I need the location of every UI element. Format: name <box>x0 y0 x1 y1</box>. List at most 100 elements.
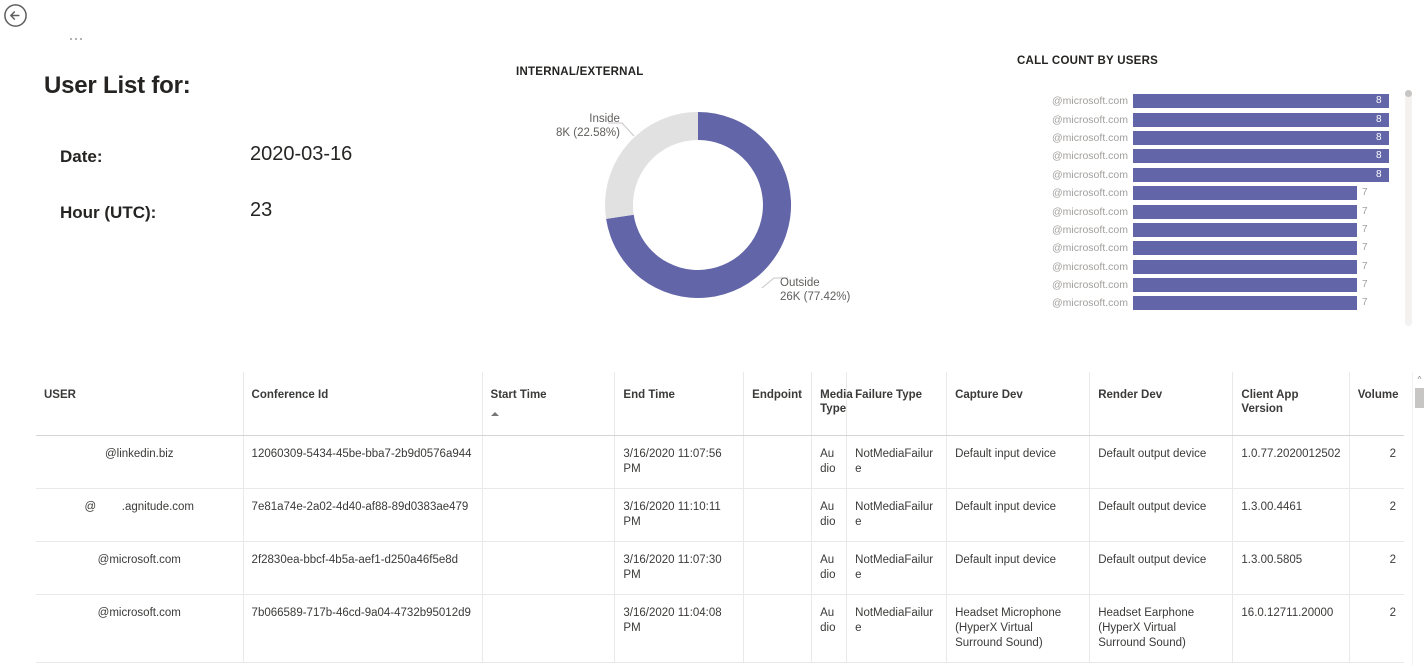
bar-chart-row[interactable]: @microsoft.com 7 <box>1017 184 1389 202</box>
bar-chart-row[interactable]: @microsoft.com 8 <box>1017 129 1389 147</box>
cell-conference-id: 12060309-5434-45be-bba7-2b9d0576a944 <box>243 435 483 489</box>
bar-fill[interactable] <box>1133 222 1357 237</box>
cell-volume: 2 <box>1349 435 1404 489</box>
bar-track: 8 <box>1133 149 1389 164</box>
bar-category-label: @microsoft.com <box>1051 113 1128 126</box>
cell-user: @microsoft.com <box>36 594 244 663</box>
bar-chart-row[interactable]: @microsoft.com 7 <box>1017 239 1389 257</box>
column-header-end-time[interactable]: End Time <box>614 372 745 436</box>
cell-client-app-version: 1.0.77.2020012502 <box>1232 435 1350 489</box>
column-header-failure-type[interactable]: Failure Type <box>846 372 948 436</box>
bar-value-label-outside: 7 <box>1362 223 1368 235</box>
bar-fill[interactable] <box>1133 259 1357 274</box>
bar-chart-scrollbar[interactable] <box>1405 90 1412 326</box>
dot-icon <box>70 38 72 40</box>
bar-fill[interactable] <box>1133 296 1357 311</box>
bar-fill[interactable] <box>1133 130 1389 145</box>
donut-label-outside-name: Outside <box>780 277 820 289</box>
bar-chart-row[interactable]: @microsoft.com 7 <box>1017 258 1389 276</box>
cell-render-dev: Default output device <box>1089 541 1234 595</box>
bar-fill[interactable] <box>1133 94 1389 109</box>
bar-category-label: @microsoft.com <box>1051 260 1128 273</box>
bar-chart-row[interactable]: @microsoft.com 8 <box>1017 110 1389 128</box>
user-list-table: USER Conference Id Start Time End Time E… <box>36 372 1404 663</box>
bar-value-label-outside: 7 <box>1362 260 1368 272</box>
table-row[interactable]: @ .agnitude.com 7e81a74e-2a02-4d40-af88-8… <box>36 488 1404 542</box>
bar-chart-row[interactable]: @microsoft.com 8 <box>1017 166 1389 184</box>
cell-capture-dev: Default input device <box>946 435 1091 489</box>
bar-fill[interactable] <box>1133 186 1357 201</box>
cell-user: @linkedin.biz <box>36 435 244 489</box>
cell-capture-dev: Default input device <box>946 541 1091 595</box>
user-list-table-container[interactable]: USER Conference Id Start Time End Time E… <box>36 372 1425 665</box>
scroll-up-chevron-icon[interactable]: ^ <box>1413 374 1425 386</box>
table-row[interactable]: @linkedin.biz 12060309-5434-45be-bba7-2b9… <box>36 435 1404 489</box>
column-header-client-app-version[interactable]: Client App Version <box>1232 372 1350 436</box>
column-header-media-type[interactable]: Media Type <box>811 372 853 436</box>
bar-chart-row[interactable]: @microsoft.com 7 <box>1017 221 1389 239</box>
bar-chart-row[interactable]: @microsoft.com 7 <box>1017 202 1389 220</box>
cell-end-time: 3/16/2020 11:07:30 PM <box>614 541 745 595</box>
cell-start-time <box>482 435 616 489</box>
bar-track: 7 <box>1133 296 1389 311</box>
bar-track: 8 <box>1133 130 1389 145</box>
cell-failure-type: NotMediaFailure <box>846 541 948 595</box>
bar-chart[interactable]: @microsoft.com 8 @microsoft.com 8 @microsoft… <box>1017 88 1417 340</box>
column-header-user[interactable]: USER <box>36 372 244 436</box>
bar-chart-scroll-thumb[interactable] <box>1405 90 1412 97</box>
cell-start-time <box>482 541 616 595</box>
cell-start-time <box>482 594 616 663</box>
bar-chart-row[interactable]: @microsoft.com 8 <box>1017 147 1389 165</box>
cell-client-app-version: 16.0.12711.20000 <box>1232 594 1350 663</box>
table-row[interactable]: @microsoft.com 2f2830ea-bbcf-4b5a-aef1-d2… <box>36 541 1404 595</box>
back-button[interactable] <box>3 3 28 28</box>
page-title: User List for: <box>44 72 191 99</box>
cell-capture-dev: Default input device <box>946 488 1091 542</box>
bar-fill[interactable] <box>1133 167 1389 182</box>
bar-value-label-inside: 8 <box>1376 168 1382 180</box>
column-header-render-dev[interactable]: Render Dev <box>1089 372 1234 436</box>
cell-endpoint <box>743 541 813 595</box>
sort-ascending-icon <box>490 412 499 416</box>
bar-chart-row[interactable]: @microsoft.com 7 <box>1017 276 1389 294</box>
bar-value-label-outside: 7 <box>1362 205 1368 217</box>
column-header-endpoint[interactable]: Endpoint <box>743 372 813 436</box>
bar-track: 7 <box>1133 278 1389 293</box>
table-scrollbar[interactable]: ^ <box>1412 372 1425 665</box>
donut-chart[interactable]: Inside 8K (22.58%) Outside 26K (77.42%) <box>500 90 900 340</box>
cell-conference-id: 2f2830ea-bbcf-4b5a-aef1-d250a46f5e8d <box>243 541 483 595</box>
bar-track: 7 <box>1133 259 1389 274</box>
donut-label-inside-value: 8K (22.58%) <box>556 127 620 139</box>
bar-value-label-outside: 7 <box>1362 242 1368 254</box>
cell-client-app-version: 1.3.00.4461 <box>1232 488 1350 542</box>
bar-chart-row[interactable]: @microsoft.com 8 <box>1017 92 1389 110</box>
bar-fill[interactable] <box>1133 278 1357 293</box>
bar-fill[interactable] <box>1133 149 1389 164</box>
cell-user: @ .agnitude.com <box>36 488 244 542</box>
donut-label-outside-value: 26K (77.42%) <box>780 291 851 303</box>
column-header-start-time[interactable]: Start Time <box>482 372 616 436</box>
bar-fill[interactable] <box>1133 241 1357 256</box>
donut-label-outside: Outside 26K (77.42%) <box>780 276 850 304</box>
bar-category-label: @microsoft.com <box>1051 187 1128 200</box>
cell-user: @microsoft.com <box>36 541 244 595</box>
table-scroll-thumb[interactable] <box>1415 388 1424 408</box>
bar-chart-row[interactable]: @microsoft.com 7 <box>1017 294 1389 312</box>
table-row[interactable]: @microsoft.com 7b066589-717b-46cd-9a04-47… <box>36 594 1404 663</box>
bar-fill[interactable] <box>1133 112 1389 127</box>
bar-category-label: @microsoft.com <box>1051 205 1128 218</box>
cell-volume: 2 <box>1349 594 1404 663</box>
column-header-conference-id[interactable]: Conference Id <box>243 372 483 436</box>
cell-start-time <box>482 488 616 542</box>
cell-failure-type: NotMediaFailure <box>846 435 948 489</box>
bar-category-label: @microsoft.com <box>1051 242 1128 255</box>
column-header-capture-dev[interactable]: Capture Dev <box>946 372 1091 436</box>
cell-media-type: Audio <box>811 488 848 542</box>
bar-fill[interactable] <box>1133 204 1357 219</box>
column-header-volume[interactable]: Volume <box>1349 372 1404 436</box>
bar-track: 8 <box>1133 167 1389 182</box>
bar-value-label-outside: 7 <box>1362 187 1368 199</box>
bar-value-label-inside: 8 <box>1376 150 1382 162</box>
more-options-menu[interactable] <box>70 32 92 46</box>
cell-end-time: 3/16/2020 11:04:08 PM <box>614 594 745 663</box>
